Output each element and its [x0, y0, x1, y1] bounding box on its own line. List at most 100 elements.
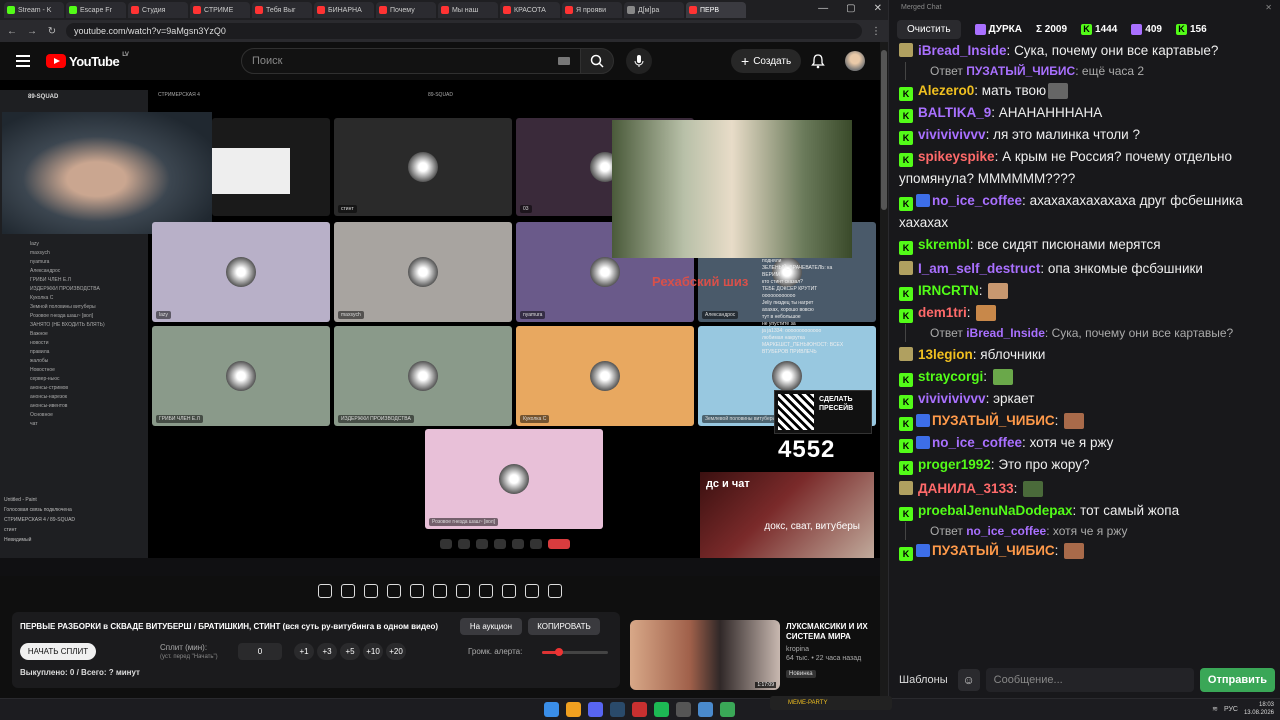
participant-tile[interactable]: Розовое гнезда шаш~ [вол] [425, 429, 603, 529]
clear-chat-button[interactable]: Очистить [897, 19, 961, 39]
increment-button[interactable]: +20 [386, 643, 406, 660]
scrollbar-thumb[interactable] [881, 50, 887, 210]
more-icon[interactable] [530, 539, 542, 549]
menu-icon[interactable] [16, 55, 30, 67]
discord-list-item[interactable]: maxsych [30, 249, 105, 258]
discord-list-item[interactable]: жалобы [30, 357, 105, 366]
crop-icon[interactable] [410, 584, 424, 598]
close-window-icon[interactable]: ✕ [874, 3, 882, 14]
start-icon[interactable] [544, 702, 559, 717]
chat-username[interactable]: dem1tri [918, 305, 967, 320]
start-split-button[interactable]: НАЧАТЬ СПЛИТ [20, 643, 96, 660]
chat-username[interactable]: 13legion [918, 347, 973, 362]
auction-button[interactable]: На аукцион [460, 618, 522, 635]
maximize-icon[interactable]: ▢ [846, 3, 855, 14]
video-player[interactable]: 89-SQUAD lazy maxsych nyamura Александрос ГР… [0, 80, 880, 576]
chat-username[interactable]: ПУЗАТЫЙ_ЧИБИС [932, 413, 1055, 428]
discord-list-item[interactable]: Важное [30, 330, 105, 339]
discord-list-item[interactable]: новости [30, 339, 105, 348]
account-avatar[interactable] [845, 51, 865, 71]
discord-list-item[interactable]: правила [30, 348, 105, 357]
wifi-icon[interactable]: ≋ [1212, 705, 1218, 713]
participant-tile[interactable]: стинт [334, 118, 512, 216]
browser-tab[interactable]: Escape Fr [66, 2, 126, 18]
chat-username[interactable]: no_ice_coffee [932, 193, 1022, 208]
discord-list-item[interactable]: lazy [30, 240, 105, 249]
soundboard-icon[interactable] [512, 539, 524, 549]
browser-tab[interactable]: Студия [128, 2, 188, 18]
browser-tab[interactable]: КРАСОТА [500, 2, 560, 18]
participant-tile[interactable]: lazy [152, 222, 330, 322]
url-field[interactable]: youtube.com/watch?v=9aMgsn3YzQ0 [66, 23, 862, 39]
mute-icon[interactable] [440, 539, 452, 549]
broadcast-icon[interactable] [341, 584, 355, 598]
forward-icon[interactable]: → [26, 26, 38, 37]
discord-list-item[interactable]: ГРИБИ ЧЛЕН Е.Л [30, 276, 105, 285]
message-input[interactable]: Сообщение... [985, 668, 1194, 692]
chat-username[interactable]: spikeyspike [918, 149, 995, 164]
steam-icon[interactable] [610, 702, 625, 717]
discord-icon[interactable] [588, 702, 603, 717]
discord-list-item[interactable]: чат [30, 420, 105, 429]
copy-button[interactable]: КОПИРОВАТЬ [528, 618, 600, 635]
chat-username[interactable]: I_am_self_destruct [918, 261, 1040, 276]
recommended-video-card[interactable]: 1:17:09 ЛУКСМАКСИКИ И ИХ СИСТЕМА МИРА kr… [630, 620, 880, 690]
chrome-icon[interactable] [566, 702, 581, 717]
chat-username[interactable]: Alezero0 [918, 83, 974, 98]
participant-tile[interactable]: ГРИБИ ЧЛЕН Е.Л [152, 326, 330, 426]
browser-tab[interactable]: БИНАРНА [314, 2, 374, 18]
chat-username[interactable]: ПУЗАТЫЙ_ЧИБИС [932, 543, 1055, 558]
chat-username[interactable]: iBread_Inside [918, 43, 1007, 58]
create-button[interactable]: + Создать [731, 49, 802, 73]
alert-volume-slider[interactable] [542, 648, 608, 656]
extensions-icon[interactable]: ⋮ [870, 26, 882, 37]
chat-username[interactable]: straycorgi [918, 369, 983, 384]
alert-volume-knob[interactable] [554, 648, 563, 656]
chat-username[interactable]: no_ice_coffee [932, 435, 1022, 450]
explorer-icon[interactable] [698, 702, 713, 717]
increment-button[interactable]: +10 [363, 643, 383, 660]
add-icon[interactable] [479, 584, 493, 598]
meme-party-widget[interactable]: MEME-PARTY [770, 696, 892, 710]
recommended-title[interactable]: ЛУКСМАКСИКИ И ИХ СИСТЕМА МИРА [786, 622, 880, 642]
keyboard-icon[interactable] [558, 57, 570, 65]
clip-icon[interactable] [387, 584, 401, 598]
discord-list-item[interactable]: Александрос [30, 267, 105, 276]
discord-list-item[interactable]: Куколка С [30, 294, 105, 303]
speed-icon[interactable] [456, 584, 470, 598]
camera-icon[interactable] [502, 584, 516, 598]
increment-button[interactable]: +5 [340, 643, 360, 660]
page-scrollbar[interactable] [880, 42, 888, 698]
notifications-bell-icon[interactable] [810, 53, 826, 69]
discord-list-item[interactable]: ЗАНЯТО (НЕ ВХОДИТЬ БЛЯТЬ) [30, 321, 105, 330]
reload-icon[interactable]: ↻ [46, 26, 58, 37]
discord-list-item[interactable]: ИЗДЕРЖКИ ПРОИЗВОДСТВА [30, 285, 105, 294]
youtube-logo[interactable]: YouTube LV [46, 52, 129, 69]
discord-list-item[interactable]: Новостное [30, 366, 105, 375]
browser-tab[interactable]: Почему [376, 2, 436, 18]
theater-icon[interactable] [433, 584, 447, 598]
recommended-channel[interactable]: kropina [786, 646, 880, 653]
discord-list-item[interactable]: сервер-ньюс [30, 375, 105, 384]
obs-icon[interactable] [632, 702, 647, 717]
back-icon[interactable]: ← [6, 26, 18, 37]
clock[interactable]: 18:03 13.08.2026 [1244, 701, 1274, 717]
browser-tab[interactable]: Я прояви [562, 2, 622, 18]
filter-icon[interactable] [525, 584, 539, 598]
discord-list-item[interactable]: Земной половины витуберы [30, 303, 105, 312]
close-icon[interactable]: ✕ [1265, 3, 1272, 12]
chat-username[interactable]: vivivivivvv [918, 127, 986, 142]
spotify-icon[interactable] [654, 702, 669, 717]
participant-tile[interactable]: maxsych [334, 222, 512, 322]
browser-tab[interactable]: Мы наш [438, 2, 498, 18]
participant-tile[interactable]: ИЗДЕРЖКИ ПРОИЗВОДСТВА [334, 326, 512, 426]
activities-icon[interactable] [494, 539, 506, 549]
participant-tile[interactable]: Куколка С [516, 326, 694, 426]
discord-list-item[interactable]: Основное [30, 411, 105, 420]
browser-tab[interactable]: Тебя Выг [252, 2, 312, 18]
send-button[interactable]: Отправить [1199, 668, 1275, 692]
templates-button[interactable]: Шаблоны [895, 674, 952, 686]
discord-list-item[interactable]: анонсы-ивентов [30, 402, 105, 411]
minimize-icon[interactable]: — [818, 3, 828, 14]
search-button[interactable] [580, 48, 614, 74]
